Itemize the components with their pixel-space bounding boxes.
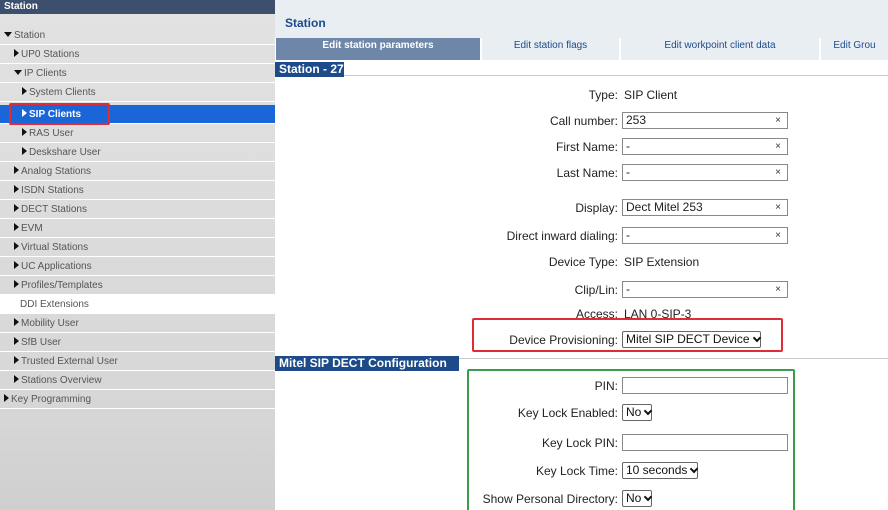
sidebar-item-profiles-templates[interactable]: Profiles/Templates <box>0 276 275 295</box>
device-type-label: Device Type: <box>548 255 618 269</box>
sidebar-item-trusted-external-user[interactable]: Trusted External User <box>0 352 275 371</box>
sip-clients-highlight <box>9 103 110 125</box>
call-number-input[interactable]: 253 × <box>622 112 788 129</box>
sidebar-item-up0-stations[interactable]: UP0 Stations <box>0 45 275 64</box>
sidebar-item-dect-stations[interactable]: DECT Stations <box>0 200 275 219</box>
type-label: Type: <box>588 88 618 102</box>
sidebar-item-station[interactable]: Station <box>0 26 275 45</box>
clip-lin-label: Clip/Lin: <box>574 283 618 297</box>
triangle-right-icon <box>14 49 19 58</box>
triangle-right-icon <box>14 242 19 251</box>
clip-lin-input[interactable]: - × <box>622 281 788 298</box>
dect-config-highlight <box>467 369 795 510</box>
triangle-down-icon <box>14 69 22 75</box>
triangle-right-icon <box>14 166 19 175</box>
first-name-input[interactable]: - × <box>622 138 788 155</box>
clear-icon[interactable]: × <box>775 228 781 243</box>
clear-icon[interactable]: × <box>775 113 781 128</box>
triangle-right-icon <box>22 147 27 156</box>
clear-icon[interactable]: × <box>775 282 781 297</box>
display-label: Display: <box>575 201 618 215</box>
triangle-down-icon <box>4 31 12 37</box>
station-section-header: Station - 27 <box>275 62 344 77</box>
triangle-right-icon <box>14 356 19 365</box>
sidebar-item-sfb-user[interactable]: SfB User <box>0 333 275 352</box>
triangle-right-icon <box>14 223 19 232</box>
tab-edit-station-parameters[interactable]: Edit station parameters <box>275 38 480 60</box>
triangle-right-icon <box>14 261 19 270</box>
first-name-label: First Name: <box>555 140 618 154</box>
sidebar-item-isdn-stations[interactable]: ISDN Stations <box>0 181 275 200</box>
sidebar-item-analog-stations[interactable]: Analog Stations <box>0 162 275 181</box>
sidebar-item-stations-overview[interactable]: Stations Overview <box>0 371 275 390</box>
sidebar-item-ras-user[interactable]: RAS User <box>0 124 275 143</box>
direct-inward-dialing-label: Direct inward dialing: <box>506 229 618 243</box>
device-type-value: SIP Extension <box>624 255 700 269</box>
sidebar-item-ip-clients[interactable]: IP Clients <box>0 64 275 83</box>
direct-inward-dialing-input[interactable]: - × <box>622 227 788 244</box>
triangle-right-icon <box>14 185 19 194</box>
call-number-label: Call number: <box>549 114 618 128</box>
section-divider <box>344 75 888 76</box>
sidebar-item-evm[interactable]: EVM <box>0 219 275 238</box>
tab-edit-group[interactable]: Edit Grou <box>820 38 888 60</box>
type-value: SIP Client <box>624 88 678 102</box>
display-input[interactable]: Dect Mitel 253 × <box>622 199 788 216</box>
tab-edit-station-flags[interactable]: Edit station flags <box>481 38 619 60</box>
device-provisioning-highlight <box>472 318 783 352</box>
sidebar-item-uc-applications[interactable]: UC Applications <box>0 257 275 276</box>
triangle-right-icon <box>4 394 9 403</box>
triangle-right-icon <box>22 128 27 137</box>
triangle-right-icon <box>14 204 19 213</box>
sidebar-item-ddi-extensions[interactable]: DDI Extensions <box>0 295 275 314</box>
sidebar-item-virtual-stations[interactable]: Virtual Stations <box>0 238 275 257</box>
section-divider <box>459 358 888 359</box>
sidebar-item-deskshare-user[interactable]: Deskshare User <box>0 143 275 162</box>
sidebar: Station Station UP0 Stations IP Clients … <box>0 0 275 510</box>
sidebar-item-key-programming[interactable]: Key Programming <box>0 390 275 409</box>
sidebar-item-mobility-user[interactable]: Mobility User <box>0 314 275 333</box>
main-header: Station <box>275 0 888 38</box>
triangle-right-icon <box>14 280 19 289</box>
page-title: Station <box>285 16 326 30</box>
clear-icon[interactable]: × <box>775 139 781 154</box>
triangle-right-icon <box>14 375 19 384</box>
last-name-input[interactable]: - × <box>622 164 788 181</box>
mitel-sip-dect-section-header: Mitel SIP DECT Configuration <box>275 356 459 371</box>
sidebar-header: Station <box>0 0 275 14</box>
sidebar-item-system-clients[interactable]: System Clients <box>0 83 275 102</box>
triangle-right-icon <box>14 337 19 346</box>
triangle-right-icon <box>14 318 19 327</box>
last-name-label: Last Name: <box>556 166 618 180</box>
triangle-right-icon <box>22 87 27 96</box>
clear-icon[interactable]: × <box>775 200 781 215</box>
tab-edit-workpoint-client-data[interactable]: Edit workpoint client data <box>620 38 819 60</box>
main-panel: Station Edit station parameters Edit sta… <box>275 0 888 510</box>
clear-icon[interactable]: × <box>775 165 781 180</box>
